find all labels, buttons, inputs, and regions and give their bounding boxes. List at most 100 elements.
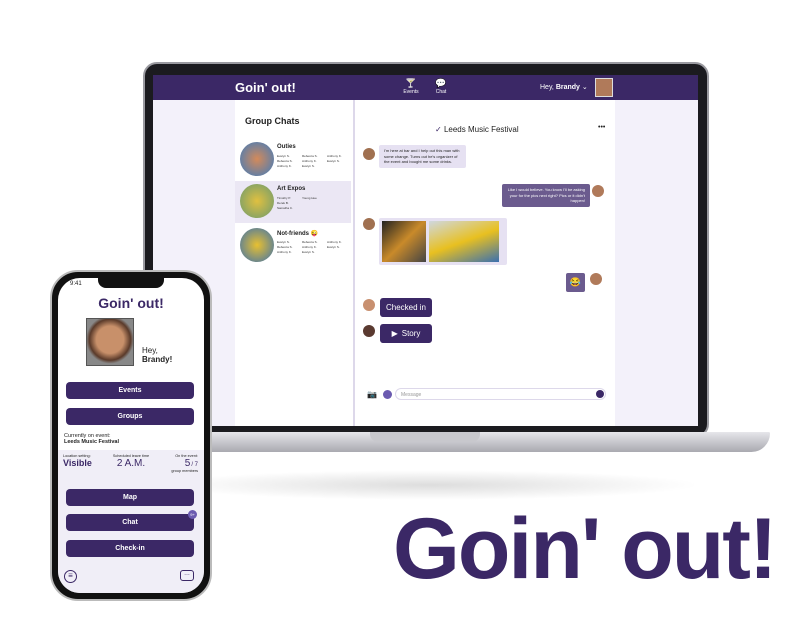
avatar[interactable] [595,78,613,97]
member: Rebecca S. [302,240,318,244]
group-name: Outies [277,144,296,150]
laptop-screen: Goin' out! 🍸 Events 💬 Chat Hey, Brandy ⌄ G… [153,75,698,426]
current-event: Currently on event: Leeds Music Festival [64,433,119,445]
member: Anthony K. [327,154,342,158]
member: Anthony K. [277,164,292,168]
phone-screen: 9:41 Goin' out! Hey, Brandy! Events Group… [58,278,204,593]
group-chats-title: Group Chats [245,116,300,126]
group-avatar [240,142,274,176]
header-logo[interactable]: Goin' out! [235,80,296,95]
send-icon[interactable] [596,390,604,398]
group-avatar [240,228,274,262]
greeting: Hey, [540,84,554,91]
member: Timothy P. [277,196,291,200]
chat-title: ✓ Leeds Music Festival [435,125,519,134]
group-item-not-friends[interactable]: Not-friends 😜 Evelyn S. Rebecca S. Anthony… [235,225,351,267]
chat-area: ✓ Leeds Music Festival ••• I'm here at b… [353,100,615,426]
map-button[interactable]: Map [66,489,194,506]
member: Anthony K. [277,250,292,254]
brand-logo: Goin' out! [393,501,778,597]
current-event-name: Leeds Music Festival [64,439,120,445]
member: Samatha C. [277,206,293,210]
location-setting: Location setting: Visible [63,454,92,468]
group-members: Timothy P. Young Hee Derek B. Samatha C. [277,196,327,210]
image-message[interactable] [379,218,507,265]
nav-chat-label: Chat [435,89,447,95]
leave-value: 2 A.M. [116,458,146,469]
avatar-anthony [363,148,375,160]
group-members: Evelyn S. Rebecca S. Anthony K. Rebecca S. A… [277,154,352,168]
member: Evelyn S. [327,245,340,249]
leave-time: Scheduled leave time 2 A.M. [108,454,154,469]
check-icon: ✓ [435,125,442,134]
avatar-you [592,185,604,197]
more-options-icon[interactable]: ••• [598,124,605,131]
group-avatar [240,184,274,218]
message-bubble: I'm here at bar and I help out this man … [379,145,466,168]
photo-beer[interactable] [382,221,426,262]
play-icon: ▶ [391,329,398,338]
member: Derek B. [277,201,289,205]
chevron-down-icon: ⌄ [581,84,588,91]
member: Anthony K. [327,240,342,244]
nav-chat[interactable]: 💬 Chat [431,78,451,95]
menu-icon[interactable]: ≡ [64,570,77,583]
profile-photo [86,318,134,366]
chat-bubble-icon: 💬 [435,78,447,88]
phone-logo: Goin' out! [98,295,164,311]
group-item-art-expos[interactable]: Art Expos Timothy P. Young Hee Derek B. Sam… [235,181,351,223]
laptop-notch [370,432,480,442]
events-button[interactable]: Events [66,382,194,399]
checkin-button[interactable]: Check-in [66,540,194,557]
drinks-icon: 🍸 [405,78,417,88]
user-name: Brandy! [142,355,173,364]
status-time: 9:41 [70,281,82,287]
member: Evelyn S. [302,164,315,168]
on-event-count: On the event: 5 / 7 group members [168,454,198,473]
member: Evelyn S. [302,250,315,254]
story-label: Story [401,329,421,338]
story-button[interactable]: ▶ Story [380,324,432,343]
member: Rebecca S. [277,245,293,249]
chat-button[interactable]: Chat [66,514,194,531]
member: Young Hee [302,196,317,200]
group-item-outies[interactable]: Outies Evelyn S. Rebecca S. Anthony K. Rebe… [235,139,351,181]
app-header: Goin' out! 🍸 Events 💬 Chat Hey, Brandy ⌄ [153,75,698,100]
on-sub: group members [171,469,198,473]
phone-notch [98,278,164,288]
on-total: / 7 [191,462,198,468]
stats-panel: Location setting: Visible Scheduled leave… [58,450,204,593]
phone-greeting: Hey, Brandy! [142,346,172,364]
chat-icon[interactable]: … [180,570,194,581]
group-name: Not-friends 😜 [277,231,319,237]
message-placeholder: Message [401,392,422,398]
group-name: Art Expos [277,186,306,192]
groups-button[interactable]: Groups [66,408,194,425]
member: Rebecca S. [277,159,293,163]
camera-icon[interactable]: 📷 [367,390,377,399]
main-panel: Group Chats Outies Evelyn S. Rebecca S. An… [235,100,615,426]
photo-crowd[interactable] [429,221,499,262]
avatar-rebecca [363,299,375,311]
message-bubble-own: Like I would believe. You know I'll be a… [502,184,590,207]
group-members: Evelyn S. Rebecca S. Anthony K. Rebecca S. A… [277,240,352,254]
nav-events-label: Events [403,89,419,95]
member: Rebecca S. [302,154,318,158]
avatar-you [590,273,602,285]
phone-frame: 9:41 Goin' out! Hey, Brandy! Events Group… [50,270,212,601]
location-value: Visible [63,458,92,468]
user-menu[interactable]: Hey, Brandy ⌄ [540,83,588,91]
greeting: Hey, [142,346,158,355]
emoji-message: 😂 [566,273,585,292]
message-input[interactable]: Message [395,388,606,400]
member: Evelyn S. [277,154,290,158]
user-name: Brandy [555,84,580,91]
avatar-anthony [363,218,375,230]
nav-events[interactable]: 🍸 Events [401,78,421,95]
microphone-icon[interactable] [383,390,392,399]
chat-title-text: Leeds Music Festival [443,125,519,134]
member: Anthony K. [302,245,317,249]
on-count: 5 [184,458,191,469]
checked-in-card[interactable]: Checked in [380,298,432,317]
member: Evelyn S. [277,240,290,244]
